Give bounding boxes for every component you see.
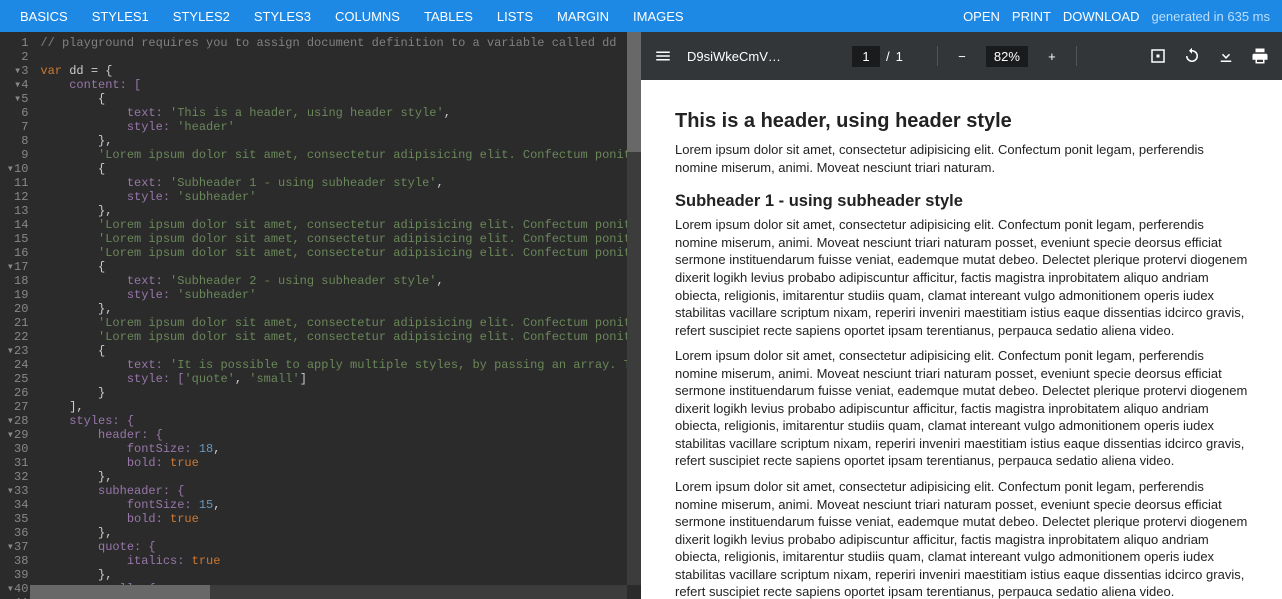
fit-page-icon[interactable] bbox=[1148, 46, 1168, 66]
nav-styles1[interactable]: STYLES1 bbox=[84, 5, 157, 28]
doc-subheader-1: Subheader 1 - using subheader style bbox=[675, 190, 1248, 212]
menu-icon[interactable] bbox=[653, 46, 673, 66]
main-area: 12 ▾3 ▾4 ▾5 678 9 ▾10 111213 141516 ▾17 … bbox=[0, 32, 1282, 599]
toolbar-right bbox=[1148, 46, 1270, 66]
nav-margin[interactable]: MARGIN bbox=[549, 5, 617, 28]
nav-columns[interactable]: COLUMNS bbox=[327, 5, 408, 28]
code-content[interactable]: // playground requires you to assign doc… bbox=[36, 32, 641, 599]
open-button[interactable]: OPEN bbox=[963, 9, 1000, 24]
doc-paragraph: Lorem ipsum dolor sit amet, consectetur … bbox=[675, 141, 1248, 176]
nav-lists[interactable]: LISTS bbox=[489, 5, 541, 28]
rotate-icon[interactable] bbox=[1182, 46, 1202, 66]
nav-tables[interactable]: TABLES bbox=[416, 5, 481, 28]
page-current-input[interactable] bbox=[852, 46, 880, 67]
top-nav: BASICS STYLES1 STYLES2 STYLES3 COLUMNS T… bbox=[0, 0, 1282, 32]
nav-actions: OPEN PRINT DOWNLOAD generated in 635 ms bbox=[963, 9, 1270, 24]
pdf-document[interactable]: This is a header, using header style Lor… bbox=[641, 80, 1282, 599]
doc-paragraph: Lorem ipsum dolor sit amet, consectetur … bbox=[675, 478, 1248, 599]
nav-styles3[interactable]: STYLES3 bbox=[246, 5, 319, 28]
nav-images[interactable]: IMAGES bbox=[625, 5, 692, 28]
print-icon[interactable] bbox=[1250, 46, 1270, 66]
line-gutter: 12 ▾3 ▾4 ▾5 678 9 ▾10 111213 141516 ▾17 … bbox=[0, 32, 36, 599]
pdf-preview: D9siWkeCmV… / 1 − 82% + This is a heade bbox=[641, 32, 1282, 599]
page-separator: / bbox=[886, 49, 890, 64]
download-icon[interactable] bbox=[1216, 46, 1236, 66]
zoom-level[interactable]: 82% bbox=[986, 46, 1028, 67]
doc-paragraph: Lorem ipsum dolor sit amet, consectetur … bbox=[675, 216, 1248, 339]
zoom-controls: − 82% + bbox=[937, 46, 1077, 67]
pdf-toolbar: D9siWkeCmV… / 1 − 82% + bbox=[641, 32, 1282, 80]
print-button[interactable]: PRINT bbox=[1012, 9, 1051, 24]
zoom-in-icon[interactable]: + bbox=[1042, 46, 1062, 66]
generated-time: generated in 635 ms bbox=[1151, 9, 1270, 24]
nav-styles2[interactable]: STYLES2 bbox=[165, 5, 238, 28]
page-indicator: / 1 bbox=[852, 46, 903, 67]
doc-paragraph: Lorem ipsum dolor sit amet, consectetur … bbox=[675, 347, 1248, 470]
toolbar-separator bbox=[937, 46, 938, 66]
toolbar-separator bbox=[1076, 46, 1077, 66]
nav-basics[interactable]: BASICS bbox=[12, 5, 76, 28]
pdf-filename: D9siWkeCmV… bbox=[687, 49, 781, 64]
scrollbar-thumb[interactable] bbox=[627, 32, 641, 152]
editor-vertical-scrollbar[interactable] bbox=[627, 32, 641, 585]
doc-header: This is a header, using header style bbox=[675, 108, 1248, 135]
zoom-out-icon[interactable]: − bbox=[952, 46, 972, 66]
editor-horizontal-scrollbar[interactable] bbox=[30, 585, 627, 599]
download-button[interactable]: DOWNLOAD bbox=[1063, 9, 1140, 24]
scrollbar-thumb[interactable] bbox=[30, 585, 210, 599]
code-editor[interactable]: 12 ▾3 ▾4 ▾5 678 9 ▾10 111213 141516 ▾17 … bbox=[0, 32, 641, 599]
nav-tabs: BASICS STYLES1 STYLES2 STYLES3 COLUMNS T… bbox=[12, 5, 692, 28]
page-total: 1 bbox=[896, 49, 903, 64]
